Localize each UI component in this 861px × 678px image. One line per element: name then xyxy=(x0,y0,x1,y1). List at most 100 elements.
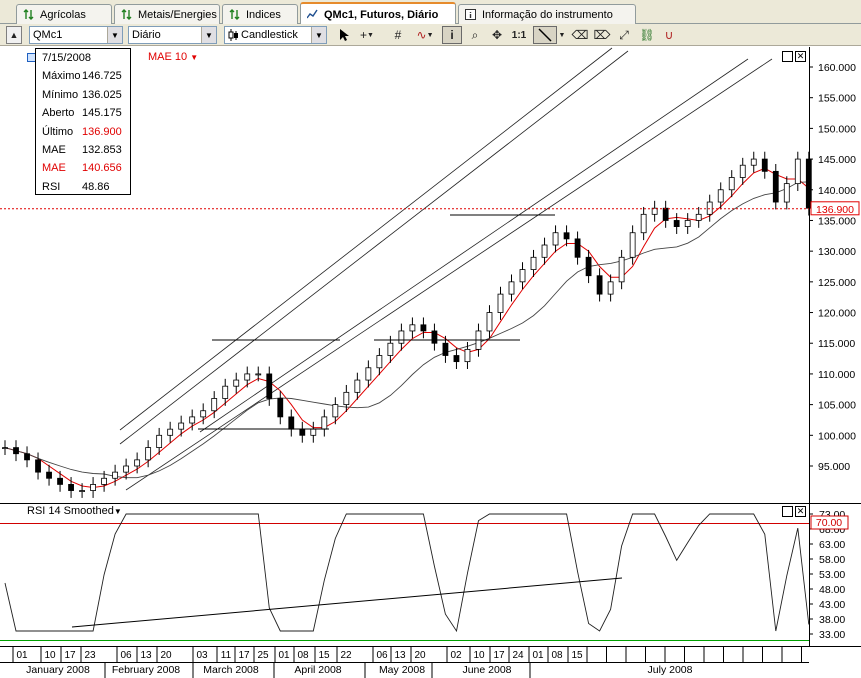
date-tick-label: 08 xyxy=(297,650,309,661)
tab-label: Agrícolas xyxy=(40,8,86,21)
candle-body xyxy=(134,459,141,467)
grid-toggle-button[interactable]: # xyxy=(388,26,408,44)
date-tick-label: 08 xyxy=(551,650,563,661)
rsi-tick-label: 53.00 xyxy=(819,569,845,581)
date-tick-label: 20 xyxy=(414,650,426,661)
magnet-button[interactable]: ∪ xyxy=(659,26,679,44)
info-label: MAE xyxy=(42,162,66,175)
chevron-down-icon[interactable]: ▼ xyxy=(201,27,216,43)
chart-type-select[interactable]: Candlestick ▼ xyxy=(224,26,327,44)
crosshair-tool-button[interactable]: + ▼ xyxy=(357,26,377,44)
triangle-up-icon: ▲ xyxy=(9,30,19,40)
candle-body xyxy=(398,330,405,344)
tab-agricolas[interactable]: Agrícolas xyxy=(16,4,112,24)
candle-body xyxy=(486,312,493,332)
candle-body xyxy=(607,281,614,295)
month-label: January 2008 xyxy=(26,664,90,676)
date-tick-label: 10 xyxy=(44,650,56,661)
rsi-tick-label: 33.00 xyxy=(819,629,845,641)
candle-body xyxy=(794,158,801,185)
price-tick-label: 120.000 xyxy=(818,308,856,320)
maximize-rsi-pane-button[interactable] xyxy=(782,506,793,517)
candle-body xyxy=(629,232,636,258)
last-price-text: 136.900 xyxy=(816,204,854,216)
rsi-indicator-label[interactable]: RSI 14 Smoothed▼ xyxy=(27,505,122,517)
date-tick-label: 17 xyxy=(64,650,76,661)
chevron-down-icon[interactable]: ▼ xyxy=(311,27,326,43)
candle-body xyxy=(706,201,713,215)
zoom-reset-button[interactable]: 1:1 xyxy=(509,26,529,44)
candle-body xyxy=(673,220,680,227)
date-tick-label: 17 xyxy=(493,650,505,661)
collapse-up-button[interactable]: ▲ xyxy=(6,26,22,44)
candle-body xyxy=(519,269,526,283)
rsi-label-text: RSI 14 Smoothed xyxy=(27,505,114,517)
mae-label-text: MAE 10 xyxy=(148,51,188,63)
price-tick-label: 130.000 xyxy=(818,246,856,258)
symbol-select[interactable]: QMc1 ▼ xyxy=(29,26,123,44)
candle-body xyxy=(728,177,735,191)
pointer-tool-button[interactable] xyxy=(334,26,354,44)
interval-select[interactable]: Diário ▼ xyxy=(128,26,217,44)
month-label: May 2008 xyxy=(379,664,425,676)
zoom-reset-label: 1:1 xyxy=(511,29,527,41)
erase-all-button[interactable]: ⌦ xyxy=(592,26,612,44)
chart-type-value: Candlestick xyxy=(241,29,298,41)
candle-body xyxy=(332,404,339,418)
info-box-toggle-button[interactable]: i xyxy=(442,26,462,44)
price-tick-label: 135.000 xyxy=(818,215,856,227)
up-down-arrow-icon xyxy=(121,9,132,20)
tab-instrument-info[interactable]: Informação do instrumento xyxy=(458,4,636,24)
candle-body xyxy=(761,158,768,172)
info-value: 140.656 xyxy=(82,162,122,175)
info-row-min: Mínimo 136.025 xyxy=(42,86,130,104)
rsi-level-text: 70.00 xyxy=(816,517,842,529)
rsi-tick-label: 58.00 xyxy=(819,554,845,566)
tab-metais[interactable]: Metais/Energies xyxy=(114,4,220,24)
wave-icon: ∿ xyxy=(416,28,427,42)
link-charts-button[interactable]: ⛓ xyxy=(637,26,657,44)
date-tick-label: 10 xyxy=(473,650,485,661)
trendline-menu-button[interactable]: ▼ xyxy=(557,26,567,44)
price-tick-label: 105.000 xyxy=(818,400,856,412)
month-label: March 2008 xyxy=(203,664,259,676)
price-tick-label: 125.000 xyxy=(818,277,856,289)
date-tick-label: 23 xyxy=(84,650,96,661)
candle-body xyxy=(112,471,119,479)
zoom-button[interactable]: ⌕ xyxy=(465,26,485,44)
chevron-down-icon: ▼ xyxy=(190,53,199,62)
mae-indicator-label[interactable]: MAE 10 ▼ xyxy=(148,51,198,63)
info-row-open: Aberto 145.175 xyxy=(42,104,130,122)
month-label: June 2008 xyxy=(462,664,511,676)
date-tick-label: 01 xyxy=(532,650,544,661)
maximize-pane-button[interactable] xyxy=(782,51,793,62)
trendline-tool-button[interactable] xyxy=(533,26,557,44)
candle-body xyxy=(508,281,515,295)
date-tick-label: 17 xyxy=(238,650,250,661)
tab-indices[interactable]: Indices xyxy=(222,4,298,24)
tab-bar: Agrícolas Metais/Energies Indices QMc1, … xyxy=(0,0,861,25)
indicator-menu-button[interactable]: ∿ ▼ xyxy=(412,26,438,44)
candle-body xyxy=(541,244,548,258)
tab-qmc1-chart[interactable]: QMc1, Futuros, Diário xyxy=(300,2,456,25)
candle-body xyxy=(321,416,328,430)
fit-to-screen-button[interactable]: ⤢ xyxy=(614,26,634,44)
candle-body xyxy=(376,355,383,369)
candlestick-icon xyxy=(228,29,238,41)
chevron-down-icon[interactable]: ▼ xyxy=(107,27,122,43)
close-icon: ✕ xyxy=(796,51,805,61)
date-tick-label: 06 xyxy=(376,650,388,661)
tab-label: QMc1, Futuros, Diário xyxy=(324,8,439,21)
pan-button[interactable]: ✥ xyxy=(487,26,507,44)
eraser-button[interactable]: ⌫ xyxy=(570,26,590,44)
candle-body xyxy=(739,164,746,178)
close-pane-button[interactable]: ✕ xyxy=(795,51,806,62)
close-rsi-pane-button[interactable]: ✕ xyxy=(795,506,806,517)
info-label: Máximo xyxy=(42,70,81,83)
candle-body xyxy=(552,232,559,246)
candle-body xyxy=(343,391,350,406)
date-tick-label: 02 xyxy=(450,650,462,661)
info-icon xyxy=(465,9,476,20)
date-tick-label: 20 xyxy=(160,650,172,661)
rsi-trendline[interactable] xyxy=(71,577,623,628)
